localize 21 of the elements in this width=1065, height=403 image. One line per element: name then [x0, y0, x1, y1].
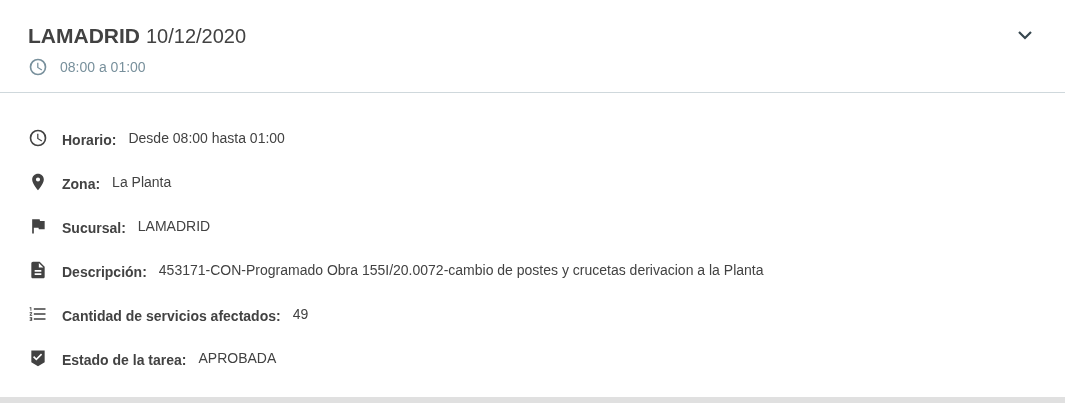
field-value: 453171-CON-Programado Obra 155I/20.0072-cambio de postes y crucetas derivacion a la Planta — [158, 260, 764, 280]
document-icon — [28, 260, 48, 280]
clock-icon — [28, 57, 48, 77]
field-value: 49 — [292, 304, 309, 324]
field-label: Estado de la tarea: — [62, 350, 187, 370]
card-title: LAMADRID — [28, 23, 140, 49]
field-label: Horario: — [62, 130, 117, 150]
chevron-down-icon — [1017, 30, 1033, 40]
field-label: Cantidad de servicios afectados: — [62, 306, 281, 326]
check-shield-icon — [28, 348, 48, 368]
field-value: La Planta — [112, 172, 172, 192]
field-label: Descripción: — [62, 262, 147, 282]
field-value: LAMADRID — [137, 216, 211, 236]
numbered-list-icon — [28, 304, 48, 324]
time-range: 08:00 a 01:00 — [60, 57, 146, 77]
field-value: Desde 08:00 hasta 01:00 — [128, 128, 285, 148]
field-value: APROBADA — [198, 348, 277, 368]
field-label: Sucursal: — [62, 218, 126, 238]
field-label: Zona: — [62, 174, 101, 194]
clock-icon — [28, 128, 48, 148]
card-date: 10/12/2020 — [146, 24, 247, 49]
